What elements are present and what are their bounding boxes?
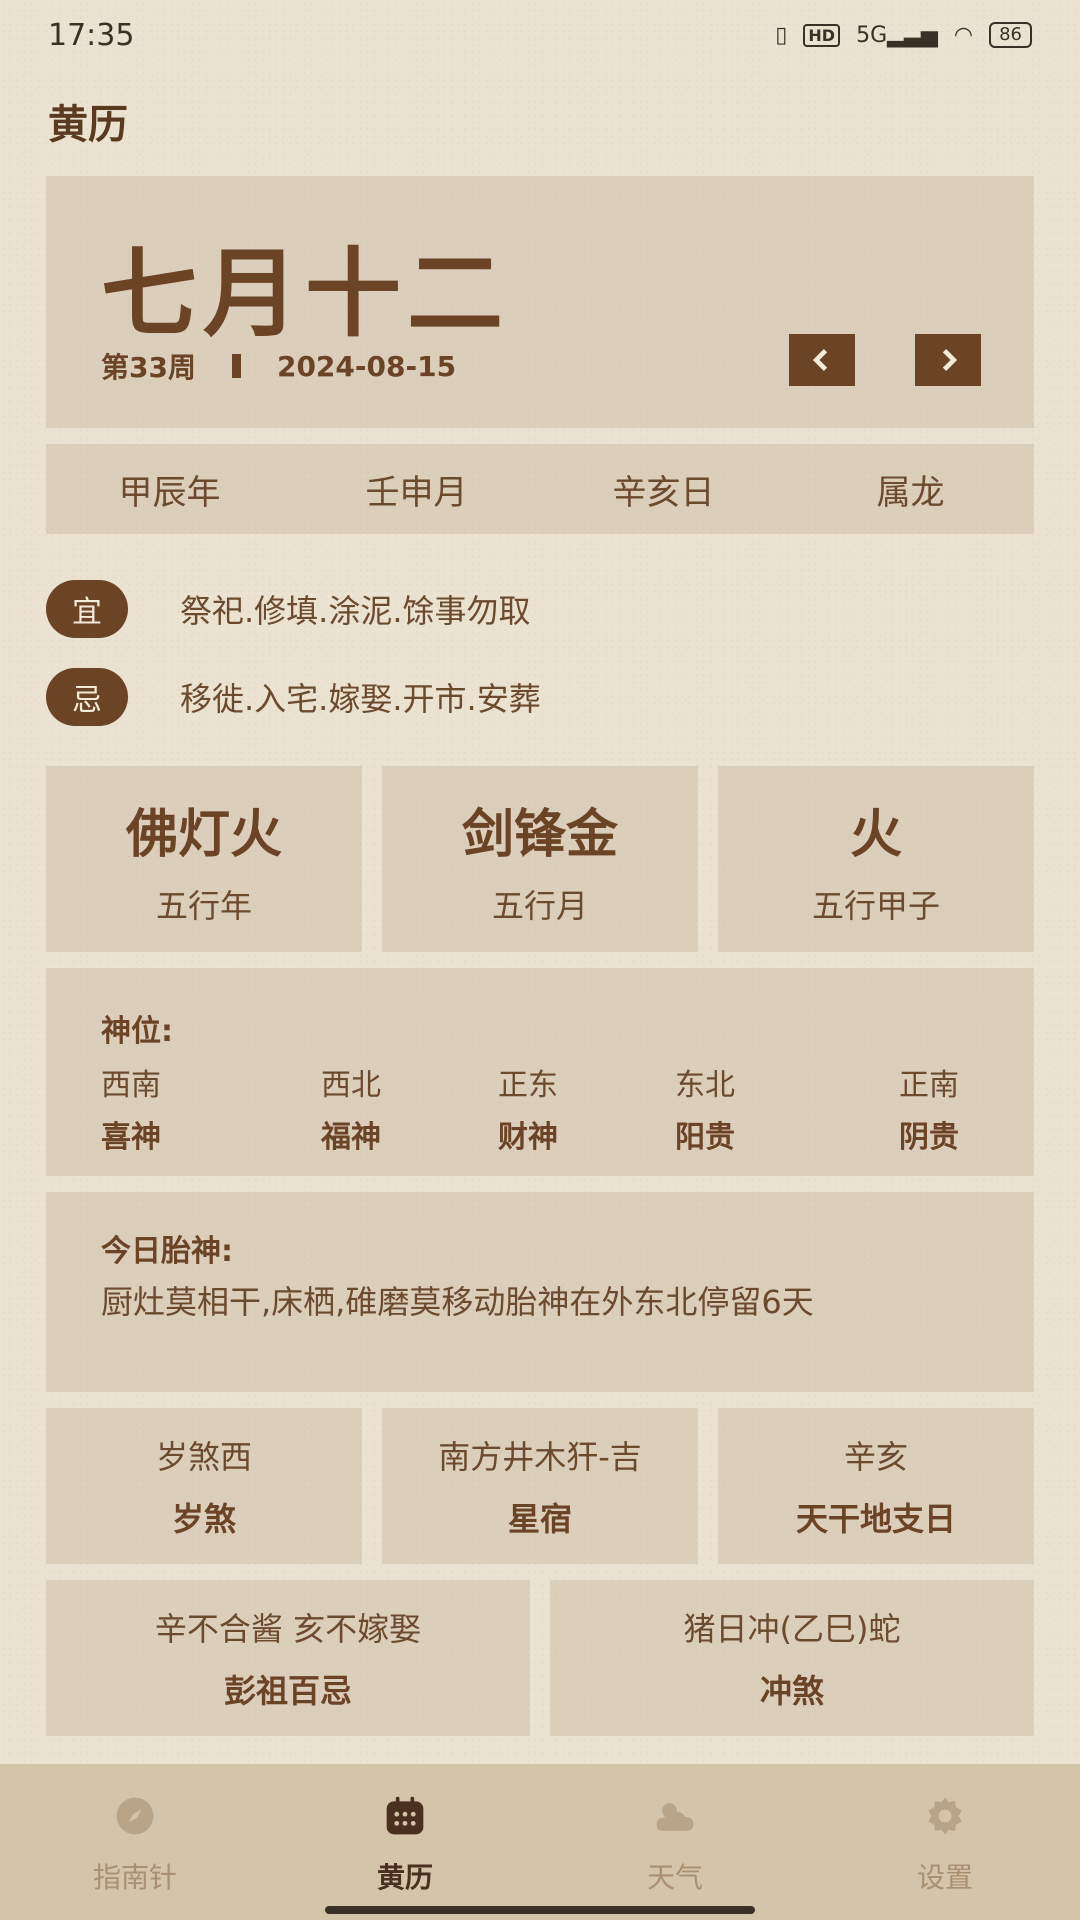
ji-text: 移徙.入宅.嫁娶.开市.安葬 [180, 680, 541, 718]
shen-direction: 正南 [899, 1068, 959, 1103]
tab-label: 指南针 [92, 1861, 177, 1894]
chevron-right-icon [942, 349, 958, 371]
yi-row: 宜 祭祀.修填.涂泥.馀事勿取 [46, 580, 531, 638]
info-label: 星宿 [507, 1500, 572, 1538]
compass-icon [116, 1797, 154, 1835]
shen-name: 阴贵 [899, 1120, 959, 1155]
status-bar: 17:35 ▯ HD 5G▂▃▅ ◠ 86 [0, 0, 1080, 70]
page-title: 黄历 [48, 102, 128, 148]
tiangan-dizhi-card: 辛亥 天干地支日 [718, 1408, 1034, 1564]
info-label: 冲煞 [759, 1672, 824, 1710]
calendar-icon [386, 1796, 424, 1835]
chevron-left-icon [812, 349, 828, 371]
wifi-icon: ◠ [953, 22, 974, 48]
shen-name: 财神 [498, 1120, 558, 1155]
shenwei-item: 正东 财神 [498, 1060, 558, 1156]
wuxing-month-card: 剑锋金 五行月 [382, 766, 698, 952]
ji-row: 忌 移徙.入宅.嫁娶.开市.安葬 [46, 668, 541, 726]
gear-icon [928, 1797, 962, 1835]
shen-name: 福神 [321, 1120, 381, 1155]
shenwei-title: 神位: [101, 1014, 173, 1049]
zodiac: 属龙 [876, 472, 945, 513]
gregorian-date: 2024-08-15 [276, 349, 457, 383]
taishen-text: 厨灶莫相干,床栖,碓磨莫移动胎神在外东北停留6天 [101, 1283, 814, 1321]
wuxing-value: 佛灯火 [125, 804, 282, 865]
network-type: 5G [856, 22, 888, 48]
shenwei-item: 正南 阴贵 [899, 1060, 959, 1156]
wuxing-label: 五行月 [491, 886, 588, 925]
taishen-card: 今日胎神: 厨灶莫相干,床栖,碓磨莫移动胎神在外东北停留6天 [46, 1192, 1034, 1392]
weather-icon [656, 1803, 694, 1831]
info-label: 天干地支日 [795, 1500, 956, 1538]
tab-weather[interactable]: 天气 [540, 1764, 810, 1920]
shen-direction: 正东 [498, 1068, 558, 1103]
lunar-date: 七月十二 [101, 238, 509, 350]
taishen-title: 今日胎神: [101, 1234, 233, 1269]
ji-badge: 忌 [46, 668, 128, 726]
shen-direction: 西北 [321, 1068, 381, 1103]
shenwei-card: 神位: 西南 喜神 西北 福神 正东 财神 东北 阳贵 正南 阴贵 [46, 968, 1034, 1176]
info-label: 彭祖百忌 [223, 1672, 352, 1710]
tab-calendar[interactable]: 黄历 [270, 1764, 540, 1920]
shenwei-item: 西南 喜神 [101, 1060, 161, 1156]
wuxing-value: 火 [849, 804, 902, 865]
vibrate-icon: ▯ [775, 22, 788, 48]
pengzu-card: 辛不合酱 亥不嫁娶 彭祖百忌 [46, 1580, 530, 1736]
week-number: 第33周 [101, 351, 196, 384]
status-icons: ▯ HD 5G▂▃▅ ◠ 86 [775, 22, 1032, 48]
chongsha-card: 猪日冲(乙巳)蛇 冲煞 [550, 1580, 1034, 1736]
ganzhi-month: 壬申月 [365, 472, 468, 513]
ganzhi-year: 甲辰年 [118, 472, 221, 513]
wuxing-label: 五行年 [155, 886, 252, 925]
info-value: 南方井木犴-吉 [438, 1438, 642, 1476]
wuxing-label: 五行甲子 [811, 886, 940, 925]
separator [231, 354, 241, 378]
status-time: 17:35 [48, 17, 135, 53]
previous-day-button[interactable] [789, 334, 855, 386]
ganzhi-day: 辛亥日 [612, 472, 715, 513]
shen-direction: 东北 [675, 1068, 735, 1103]
date-card: 七月十二 第33周 2024-08-15 [46, 176, 1034, 428]
info-value: 辛亥 [843, 1438, 908, 1476]
wuxing-jiazi-card: 火 五行甲子 [718, 766, 1034, 952]
next-day-button[interactable] [915, 334, 981, 386]
ganzhi-card: 甲辰年 壬申月 辛亥日 属龙 [46, 444, 1034, 534]
tab-label: 设置 [916, 1861, 973, 1894]
tab-label: 黄历 [376, 1861, 433, 1894]
wuxing-value: 剑锋金 [461, 804, 618, 865]
info-label: 岁煞 [171, 1500, 236, 1538]
wuxing-year-card: 佛灯火 五行年 [46, 766, 362, 952]
week-date-row: 第33周 2024-08-15 [101, 346, 456, 386]
xingxiu-card: 南方井木犴-吉 星宿 [382, 1408, 698, 1564]
info-value: 辛不合酱 亥不嫁娶 [154, 1610, 422, 1648]
hd-icon: HD [803, 23, 841, 47]
tab-compass[interactable]: 指南针 [0, 1764, 270, 1920]
bottom-nav: 指南针 黄历 天气 设置 [0, 1764, 1080, 1920]
shen-name: 喜神 [101, 1120, 161, 1155]
home-indicator[interactable] [325, 1906, 755, 1914]
shen-direction: 西南 [101, 1068, 161, 1103]
info-value: 猪日冲(乙巳)蛇 [683, 1610, 901, 1648]
shenwei-item: 东北 阳贵 [675, 1060, 735, 1156]
suisha-card: 岁煞西 岁煞 [46, 1408, 362, 1564]
tab-label: 天气 [646, 1861, 703, 1894]
signal-icon: 5G▂▃▅ [856, 22, 938, 48]
yi-badge: 宜 [46, 580, 128, 638]
shen-name: 阳贵 [675, 1120, 735, 1155]
tab-settings[interactable]: 设置 [810, 1764, 1080, 1920]
battery-icon: 86 [989, 22, 1032, 48]
shenwei-item: 西北 福神 [321, 1060, 381, 1156]
info-value: 岁煞西 [155, 1438, 252, 1476]
yi-text: 祭祀.修填.涂泥.馀事勿取 [180, 592, 531, 630]
